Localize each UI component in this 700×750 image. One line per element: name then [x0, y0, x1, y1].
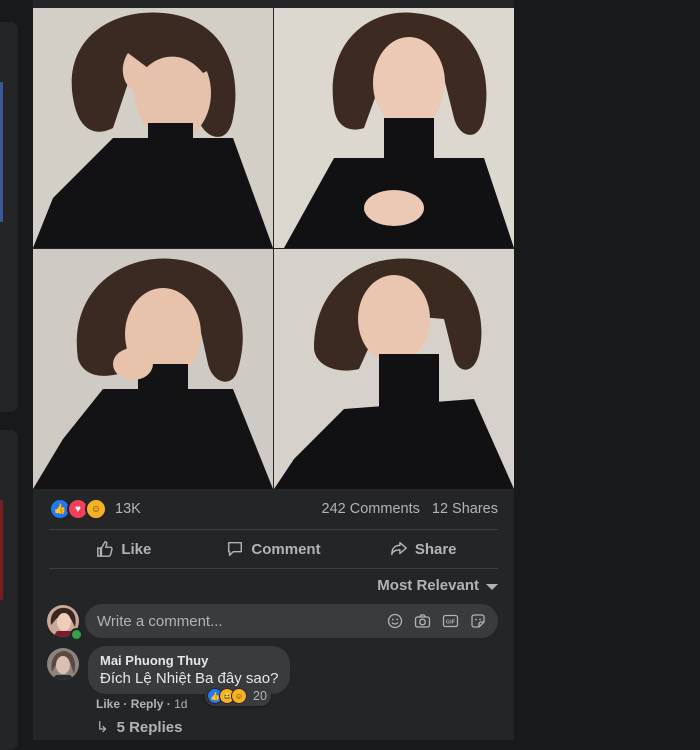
post-action-bar: Like Comment Share: [49, 530, 498, 568]
view-replies-button[interactable]: ↳ 5 Replies: [96, 718, 183, 737]
comment-time[interactable]: 1d: [174, 697, 187, 711]
post-photo-2[interactable]: [274, 8, 514, 248]
sidebar-accent-bar: [0, 82, 3, 222]
care-icon: ☺: [231, 688, 247, 704]
comment-reply-button[interactable]: Reply: [131, 697, 164, 711]
left-sidebar-panel: [0, 22, 18, 412]
meta-separator: ·: [166, 697, 175, 711]
comment-reaction-count: 20: [253, 689, 267, 703]
comments-count[interactable]: 242 Comments: [322, 501, 420, 517]
share-button[interactable]: Share: [348, 540, 498, 558]
left-sidebar-panel-lower: [0, 430, 18, 750]
post-photo-1[interactable]: [33, 8, 273, 248]
share-icon: [390, 541, 407, 556]
comment-button[interactable]: Comment: [199, 540, 349, 558]
comment-composer[interactable]: Write a comment... GIF: [85, 604, 498, 638]
photo-grid[interactable]: [33, 8, 514, 489]
comment-meta: Like · Reply · 1d: [96, 697, 187, 711]
divider: [49, 568, 498, 569]
comment-input[interactable]: Write a comment...: [97, 613, 376, 630]
post-card: 👍 ♥ ☺ 13K 242 Comments 12 Shares Like Co…: [33, 0, 514, 740]
share-button-label: Share: [414, 540, 457, 558]
svg-text:GIF: GIF: [446, 620, 456, 626]
sidebar-accent-bar: [0, 500, 3, 600]
post-photo-4[interactable]: [274, 249, 514, 489]
gif-icon[interactable]: GIF: [442, 613, 459, 629]
emoji-icon[interactable]: [387, 613, 403, 629]
comment-button-label: Comment: [251, 540, 321, 558]
commenter-avatar[interactable]: [47, 648, 79, 680]
thumbs-up-icon: [97, 541, 114, 557]
care-icon: ☺: [85, 498, 107, 520]
comment-like-button[interactable]: Like: [96, 697, 120, 711]
comment-reaction-summary[interactable]: 👍 😆 ☺ 20: [205, 686, 271, 706]
reaction-count: 13K: [115, 501, 141, 517]
post-photo-3[interactable]: [33, 249, 273, 489]
comment-sort-label: Most Relevant: [377, 577, 479, 594]
reply-arrow-icon: ↳: [96, 719, 109, 736]
comment-sort-dropdown[interactable]: Most Relevant: [377, 577, 498, 594]
replies-label: 5 Replies: [116, 718, 183, 736]
like-button[interactable]: Like: [49, 540, 199, 558]
comment-text: Đích Lệ Nhiệt Ba đây sao?: [100, 670, 279, 687]
sticker-icon[interactable]: [470, 613, 486, 629]
online-status-dot: [70, 628, 83, 641]
meta-separator: ·: [123, 697, 131, 711]
caret-down-icon: [486, 583, 498, 590]
reaction-summary[interactable]: 👍 ♥ ☺ 13K: [49, 498, 141, 520]
shares-count[interactable]: 12 Shares: [432, 501, 498, 517]
post-stats: 👍 ♥ ☺ 13K 242 Comments 12 Shares: [33, 490, 514, 528]
camera-icon[interactable]: [414, 613, 431, 629]
comment-icon: [228, 541, 243, 557]
like-button-label: Like: [121, 540, 152, 558]
comment-author[interactable]: Mai Phuong Thuy: [100, 653, 278, 668]
